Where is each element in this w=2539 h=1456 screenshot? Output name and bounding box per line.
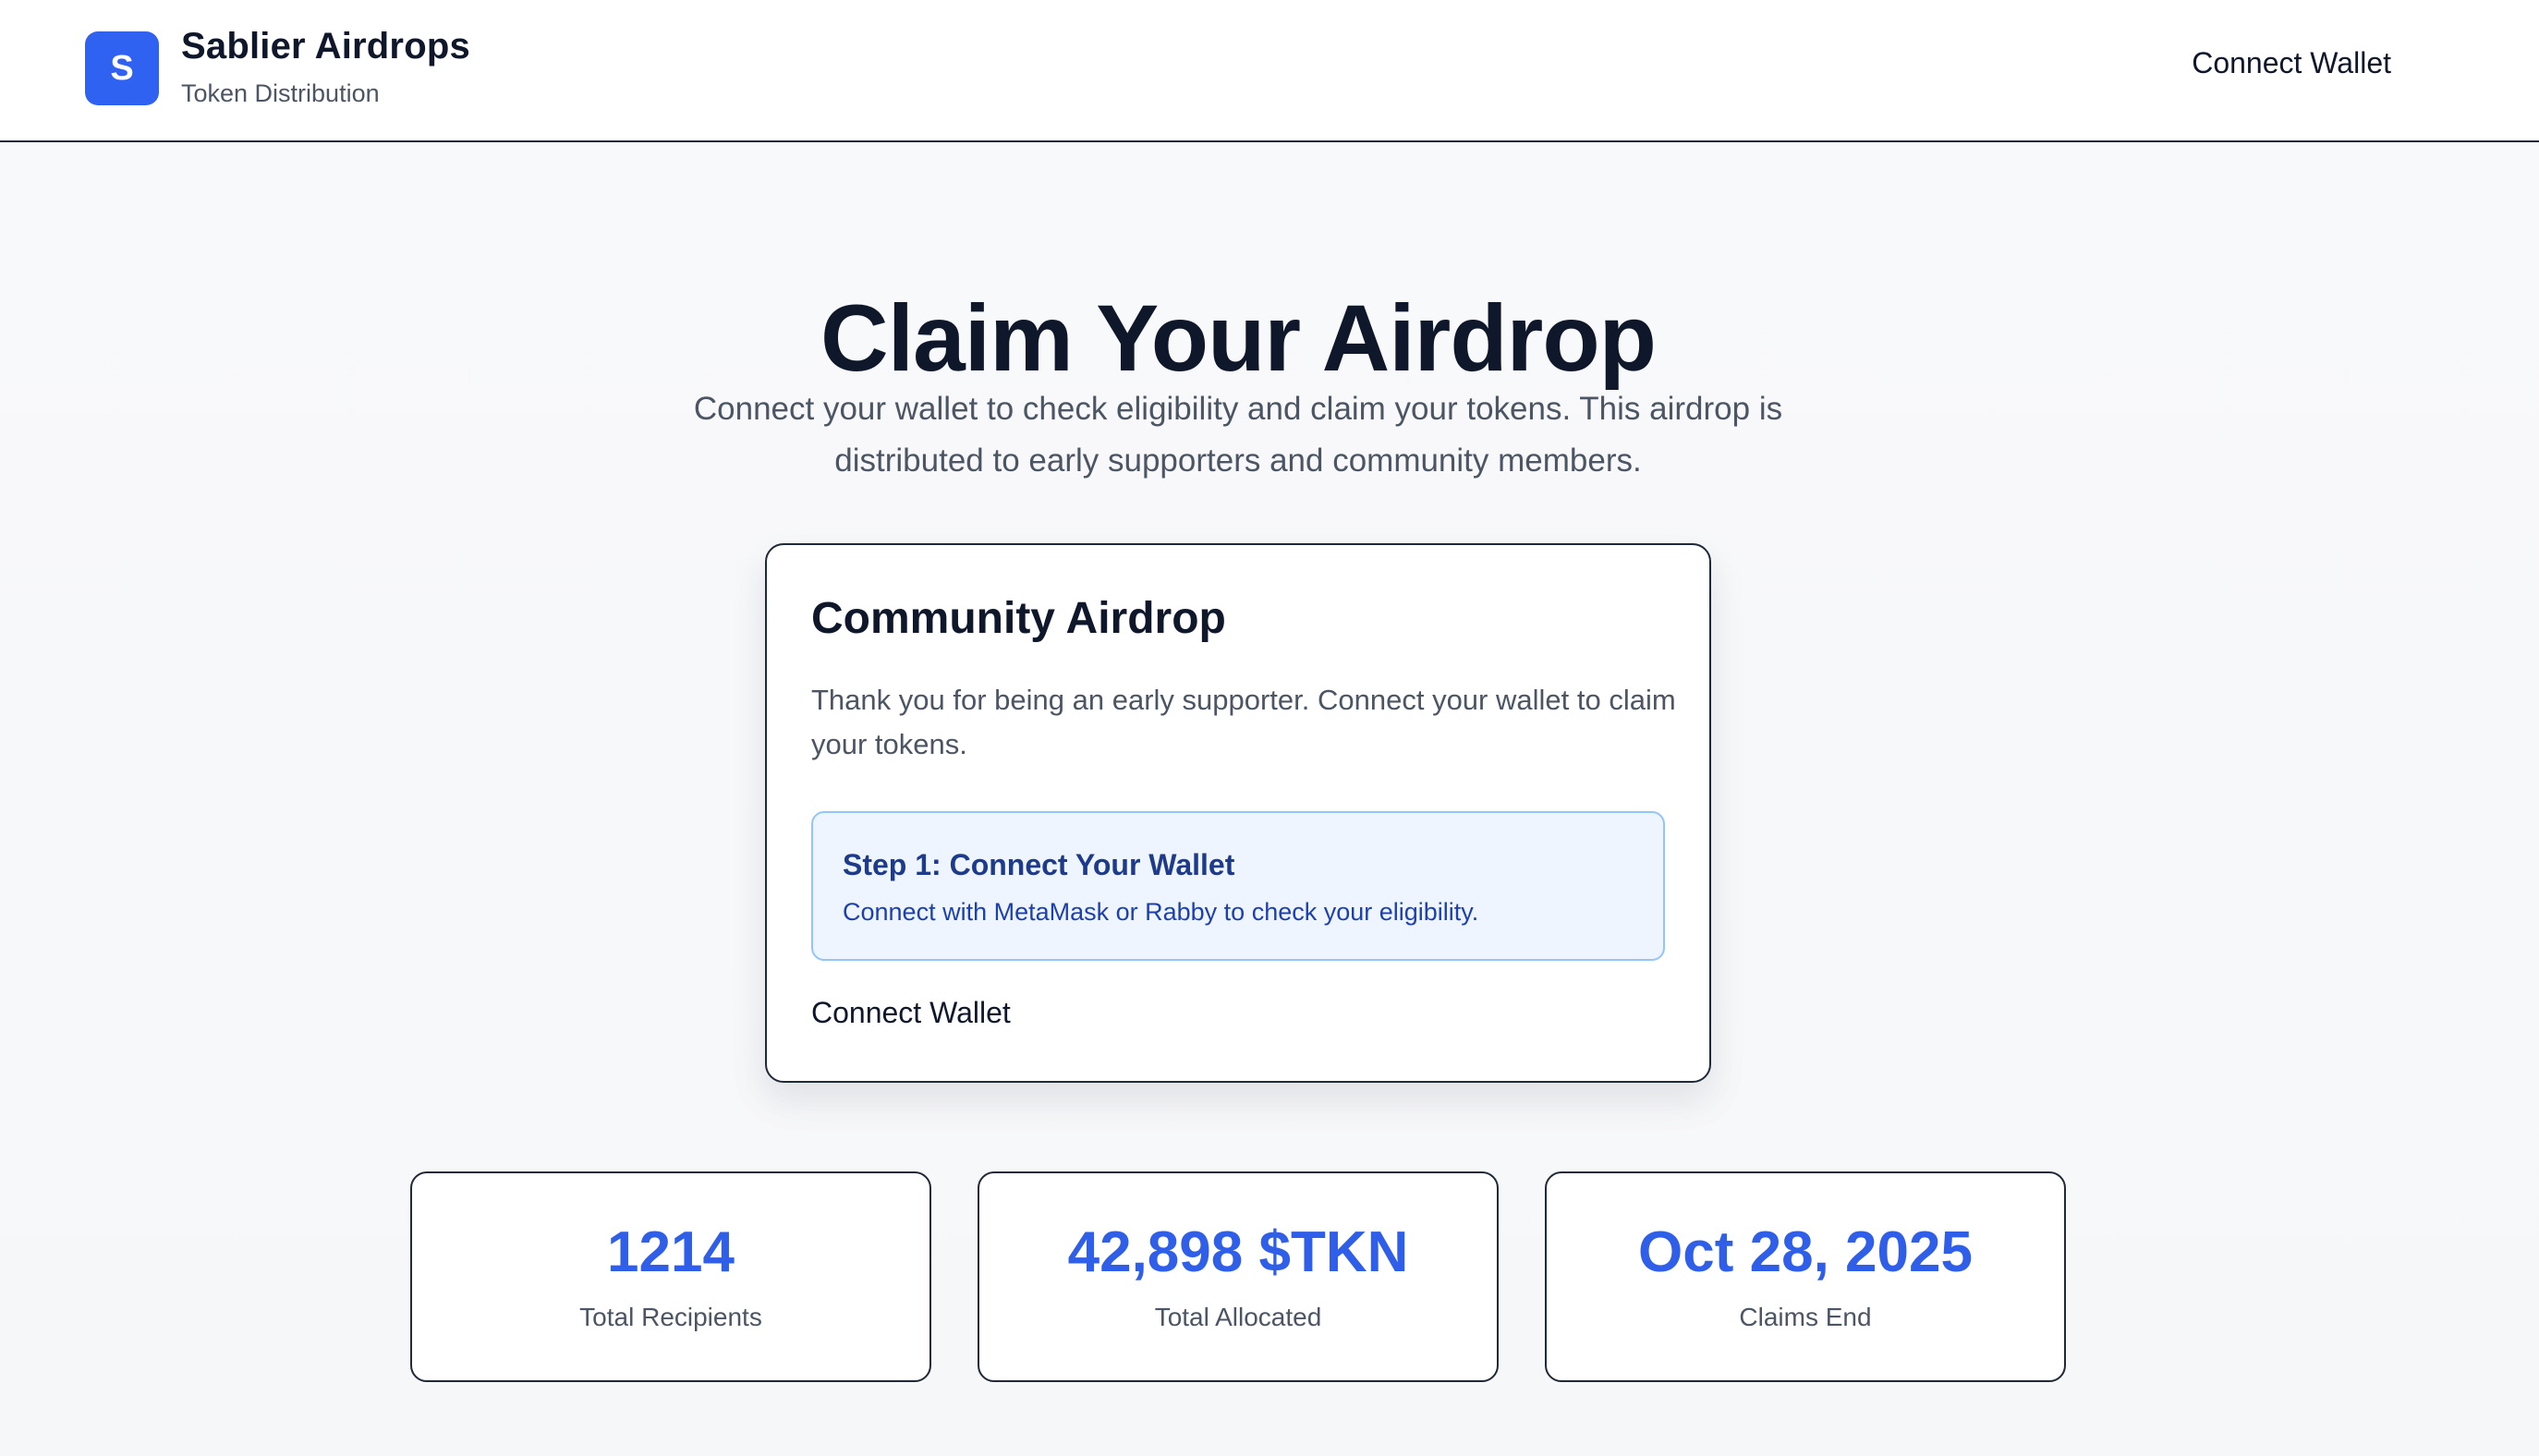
card-connect-wallet-button[interactable]: Connect Wallet (811, 996, 1011, 1030)
stat-value: Oct 28, 2025 (1638, 1220, 1973, 1284)
step-description: Connect with MetaMask or Rabby to check … (843, 898, 1479, 926)
brand-title: Sablier Airdrops (181, 26, 470, 67)
step-callout: Step 1: Connect Your Wallet Connect with… (811, 811, 1665, 961)
airdrop-card: Community Airdrop Thank you for being an… (765, 543, 1711, 1083)
app-root: S Sablier Airdrops Token Distribution Co… (0, 0, 2539, 1456)
stat-value: 42,898 $TKN (1067, 1220, 1409, 1284)
stat-value: 1214 (607, 1220, 735, 1284)
brand-logo: S (85, 31, 159, 105)
page-title: Claim Your Airdrop (820, 285, 1657, 392)
stat-card-claims-end: Oct 28, 2025 Claims End (1545, 1171, 2066, 1382)
stat-label: Total Allocated (1154, 1303, 1322, 1331)
airdrop-card-title: Community Airdrop (811, 594, 1226, 643)
brand-subtitle: Token Distribution (181, 79, 380, 107)
header-connect-wallet-button[interactable]: Connect Wallet (2192, 46, 2391, 80)
top-header: S Sablier Airdrops Token Distribution Co… (0, 0, 2539, 142)
step-title: Step 1: Connect Your Wallet (843, 848, 1235, 881)
page-description: Connect your wallet to check eligibility… (693, 391, 1783, 479)
stat-card-total-recipients: 1214 Total Recipients (410, 1171, 931, 1382)
stat-label: Total Recipients (579, 1303, 762, 1331)
stat-card-total-allocated: 42,898 $TKN Total Allocated (978, 1171, 1499, 1382)
airdrop-card-description: Thank you for being an early supporter. … (811, 684, 1676, 760)
stat-label: Claims End (1739, 1303, 1872, 1331)
